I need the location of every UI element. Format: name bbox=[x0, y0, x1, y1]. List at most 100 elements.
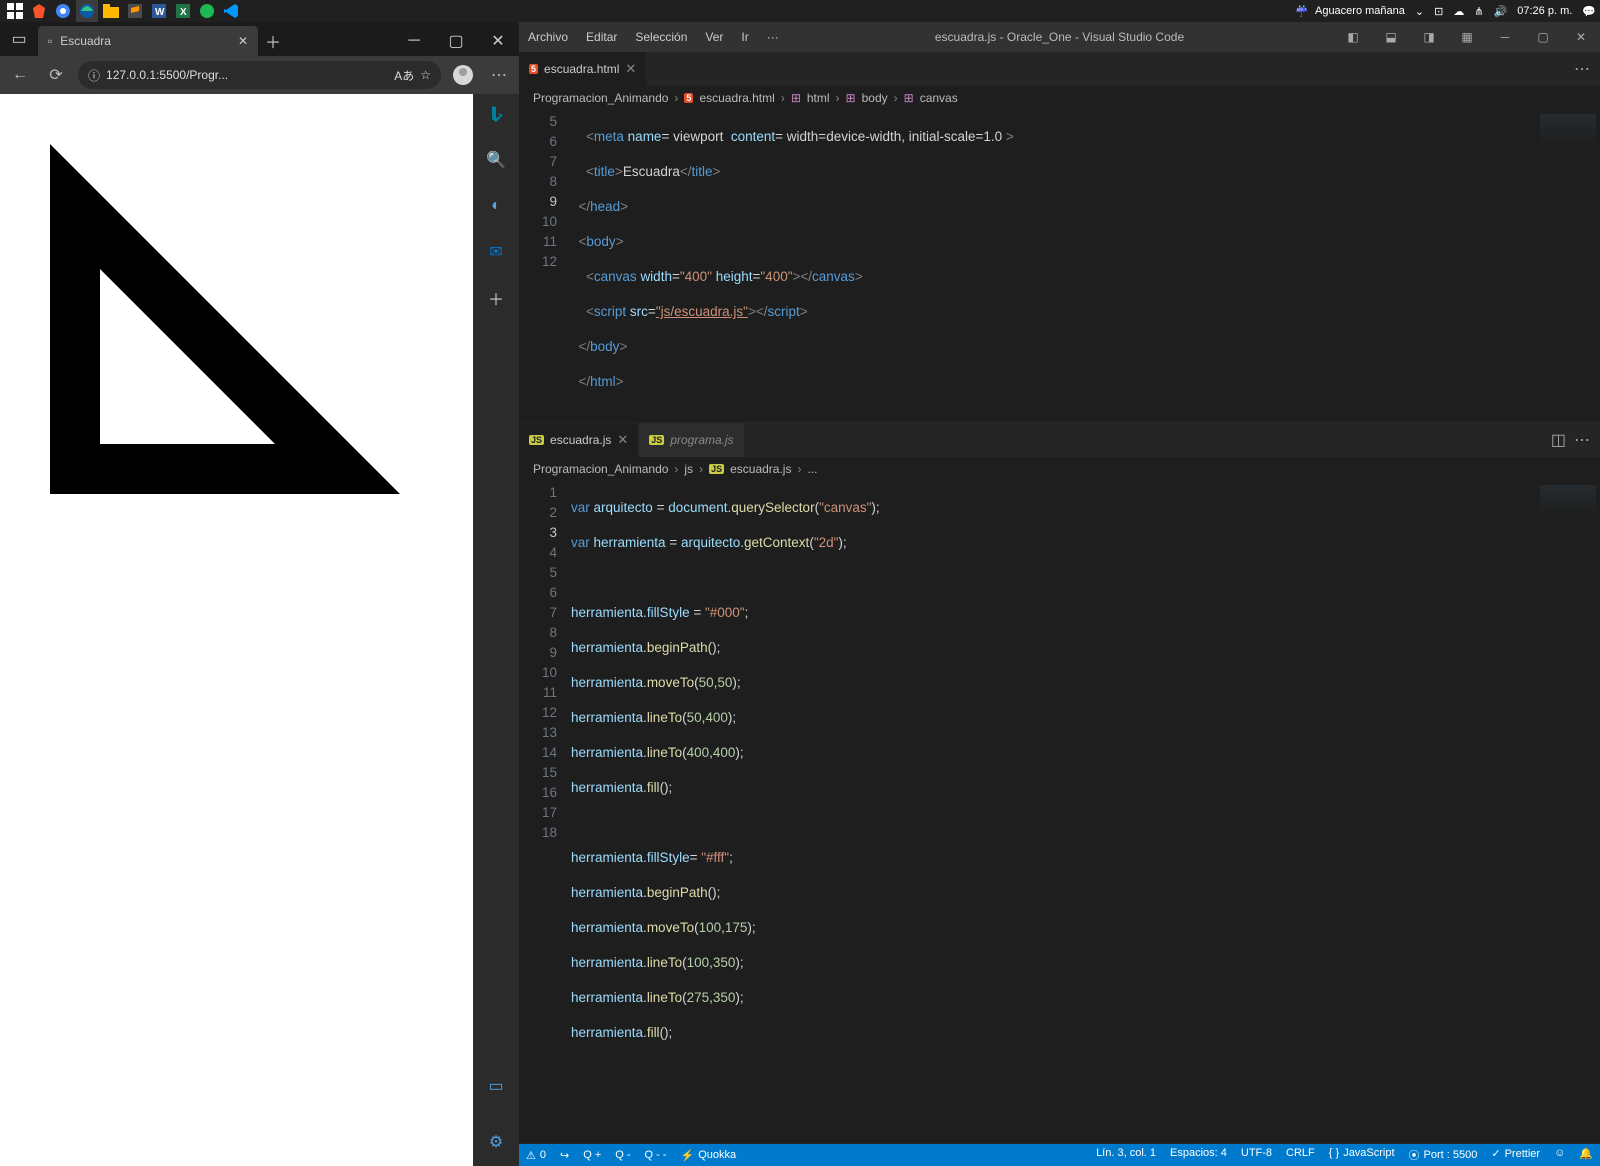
status-prettier[interactable]: ✓ Prettier bbox=[1484, 1147, 1547, 1160]
tab-escuadra-js[interactable]: JS escuadra.js ✕ bbox=[519, 423, 639, 457]
browser-tab[interactable]: ▫ Escuadra ✕ bbox=[38, 26, 258, 56]
weather-text: Aguacero mañana bbox=[1315, 5, 1405, 17]
html-icon: 5 bbox=[684, 93, 693, 103]
status-language[interactable]: { } JavaScript bbox=[1322, 1147, 1402, 1159]
status-position[interactable]: Lín. 3, col. 1 bbox=[1089, 1147, 1163, 1159]
favorite-icon[interactable]: ☆ bbox=[420, 68, 431, 82]
close-tab-icon[interactable]: ✕ bbox=[625, 61, 636, 77]
page-icon: ▫ bbox=[48, 34, 52, 48]
back-button[interactable]: ← bbox=[6, 61, 34, 89]
status-eol[interactable]: CRLF bbox=[1279, 1147, 1322, 1159]
refresh-button[interactable]: ⟳ bbox=[42, 61, 70, 89]
edge-browser: ▭ ▫ Escuadra ✕ ＋ ─ ▢ ✕ ← ⟳ ⓘ 127.0.0.1:5… bbox=[0, 22, 519, 1166]
settings-icon[interactable]: ⚙ bbox=[482, 1128, 510, 1156]
menu-editar[interactable]: Editar bbox=[577, 30, 626, 44]
breadcrumb[interactable]: Programacion_Animando› js› JS escuadra.j… bbox=[519, 457, 1600, 481]
layout-right-icon[interactable]: ◨ bbox=[1410, 22, 1448, 52]
wifi-icon[interactable]: ⋔ bbox=[1474, 5, 1483, 18]
tab-label: escuadra.html bbox=[544, 62, 619, 76]
copilot-icon[interactable]: ◐ bbox=[482, 192, 510, 220]
more-actions-icon[interactable]: ⋯ bbox=[1574, 59, 1590, 79]
vertical-tabs-icon[interactable]: ▭ bbox=[0, 22, 38, 56]
explorer-icon[interactable] bbox=[100, 0, 122, 22]
status-feedback-icon[interactable]: ☺ bbox=[1547, 1147, 1572, 1159]
js-icon: JS bbox=[529, 435, 544, 445]
address-bar[interactable]: ⓘ 127.0.0.1:5500/Progr... Aあ ☆ bbox=[78, 61, 441, 89]
add-tool-icon[interactable]: ＋ bbox=[482, 284, 510, 312]
bing-icon[interactable] bbox=[482, 100, 510, 128]
status-bar: ⚠ 0 ↪ Q + Q - Q - - ⚡ Quokka Lín. 3, col… bbox=[519, 1144, 1600, 1166]
reader-icon[interactable]: Aあ bbox=[394, 67, 414, 84]
profile-icon[interactable] bbox=[449, 61, 477, 89]
close-tab-icon[interactable]: ✕ bbox=[617, 432, 628, 448]
maximize-button[interactable]: ▢ bbox=[1524, 22, 1562, 52]
notifications-icon[interactable]: 💬 bbox=[1582, 5, 1596, 18]
vscode-app: Archivo Editar Selección Ver Ir ··· escu… bbox=[519, 22, 1600, 1166]
chrome-icon[interactable] bbox=[52, 0, 74, 22]
status-liveserver[interactable]: ⦿ Port : 5500 bbox=[1402, 1147, 1485, 1163]
spotify-icon[interactable] bbox=[196, 0, 218, 22]
menu-ver[interactable]: Ver bbox=[696, 30, 732, 44]
vscode-titlebar: Archivo Editar Selección Ver Ir ··· escu… bbox=[519, 22, 1600, 52]
status-quokka[interactable]: ⚡ Quokka bbox=[674, 1144, 744, 1166]
collapse-rail-icon[interactable]: ▭ bbox=[482, 1072, 510, 1100]
outlook-icon[interactable]: ✉ bbox=[482, 238, 510, 266]
close-button[interactable]: ✕ bbox=[1562, 22, 1600, 52]
weather-icon: ☔ bbox=[1295, 5, 1309, 18]
new-tab-button[interactable]: ＋ bbox=[258, 26, 288, 56]
status-q-plus[interactable]: Q + bbox=[576, 1144, 608, 1166]
close-tab-icon[interactable]: ✕ bbox=[238, 34, 248, 48]
sound-icon[interactable]: 🔊 bbox=[1494, 5, 1508, 18]
edge-icon[interactable] bbox=[76, 0, 98, 22]
tray-icon[interactable]: ⊡ bbox=[1434, 5, 1443, 18]
weather-widget[interactable]: ☔ Aguacero mañana bbox=[1295, 5, 1405, 18]
vscode-icon[interactable] bbox=[220, 0, 242, 22]
editor-js[interactable]: var arquitecto = document.querySelector(… bbox=[571, 481, 1536, 1143]
menu-seleccion[interactable]: Selección bbox=[626, 30, 696, 44]
menu-icon[interactable]: ⋯ bbox=[485, 61, 513, 89]
more-actions-icon[interactable]: ⋯ bbox=[1574, 430, 1590, 450]
status-q-mm[interactable]: Q - - bbox=[638, 1144, 674, 1166]
status-q-minus[interactable]: Q - bbox=[608, 1144, 637, 1166]
word-icon[interactable]: W bbox=[148, 0, 170, 22]
status-warnings[interactable]: ⚠ 0 bbox=[519, 1144, 553, 1166]
layout-custom-icon[interactable]: ▦ bbox=[1448, 22, 1486, 52]
status-encoding[interactable]: UTF-8 bbox=[1234, 1147, 1279, 1159]
svg-text:W: W bbox=[155, 7, 165, 18]
close-window-button[interactable]: ✕ bbox=[477, 26, 519, 56]
layout-bottom-icon[interactable]: ⬓ bbox=[1372, 22, 1410, 52]
tab-programa-js[interactable]: JS programa.js bbox=[639, 423, 744, 457]
minimap[interactable] bbox=[1536, 110, 1600, 422]
onedrive-icon[interactable]: ☁ bbox=[1453, 5, 1464, 18]
sublime-icon[interactable] bbox=[124, 0, 146, 22]
status-spaces[interactable]: Espacios: 4 bbox=[1163, 1147, 1234, 1159]
tab-label: escuadra.js bbox=[550, 433, 611, 447]
minimize-button[interactable]: ─ bbox=[1486, 22, 1524, 52]
split-editor-icon[interactable]: ◫ bbox=[1551, 430, 1566, 450]
tab-escuadra-html[interactable]: 5 escuadra.html ✕ bbox=[519, 52, 647, 86]
editor-html[interactable]: <meta name= viewport content= width=devi… bbox=[571, 110, 1536, 422]
excel-icon[interactable]: X bbox=[172, 0, 194, 22]
start-icon[interactable] bbox=[4, 0, 26, 22]
status-bell-icon[interactable]: 🔔 bbox=[1572, 1147, 1600, 1160]
minimap[interactable] bbox=[1536, 481, 1600, 1143]
tab-label: programa.js bbox=[670, 433, 733, 447]
layout-left-icon[interactable]: ◧ bbox=[1334, 22, 1372, 52]
menu-archivo[interactable]: Archivo bbox=[519, 30, 577, 44]
search-icon[interactable]: 🔍 bbox=[482, 146, 510, 174]
minimize-button[interactable]: ─ bbox=[393, 26, 435, 56]
browser-sidebar: 🔍 ◐ ✉ ＋ ▭ ⚙ bbox=[473, 94, 519, 1166]
window-title: escuadra.js - Oracle_One - Visual Studio… bbox=[935, 30, 1184, 44]
status-live-share[interactable]: ↪ bbox=[553, 1144, 576, 1166]
info-icon: ⓘ bbox=[88, 67, 100, 84]
maximize-button[interactable]: ▢ bbox=[435, 26, 477, 56]
clock[interactable]: 07:26 p. m. bbox=[1517, 5, 1572, 17]
menu-ir[interactable]: Ir bbox=[732, 30, 757, 44]
menu-more[interactable]: ··· bbox=[758, 30, 788, 44]
breadcrumb[interactable]: Programacion_Animando› 5 escuadra.html› … bbox=[519, 86, 1600, 110]
url-text: 127.0.0.1:5500/Progr... bbox=[106, 68, 228, 82]
brave-icon[interactable] bbox=[28, 0, 50, 22]
html-icon: 5 bbox=[529, 64, 538, 74]
chevron-down-icon[interactable]: ⌄ bbox=[1415, 5, 1424, 18]
svg-text:X: X bbox=[180, 7, 187, 18]
